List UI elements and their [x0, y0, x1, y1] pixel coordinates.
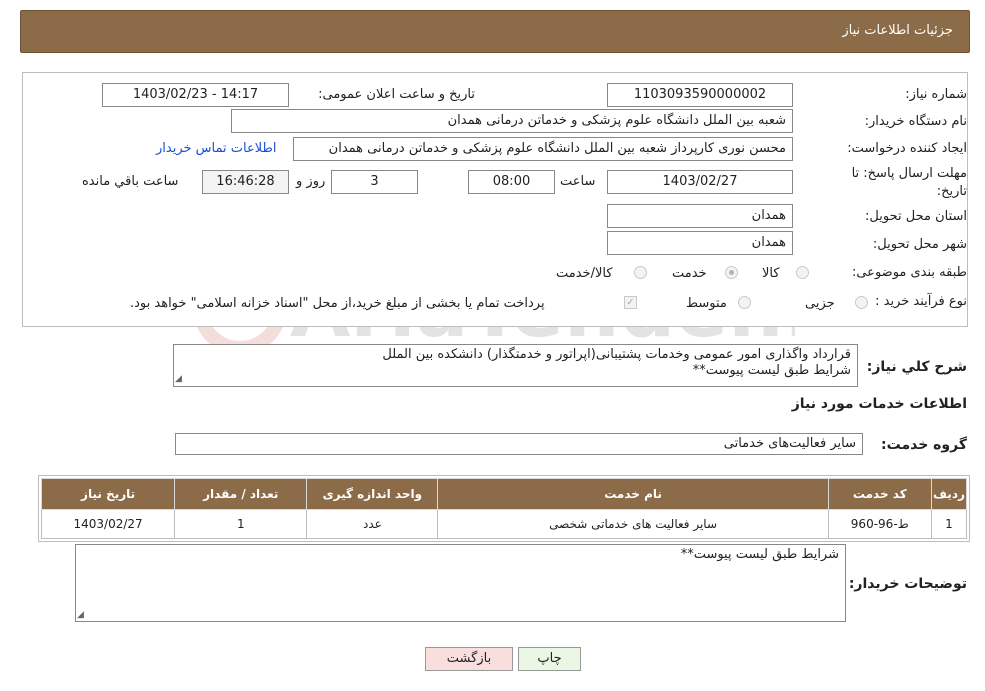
page-title: جزئیات اطلاعات نیاز — [842, 23, 953, 38]
services-table: ردیف کد خدمت نام خدمت واحد اندازه گیری ت… — [40, 478, 968, 539]
buyer-notes-text: شرایط طبق لیست پیوست** — [680, 547, 839, 562]
city-label: شهر محل تحویل: — [872, 237, 967, 252]
col-row-number: ردیف — [930, 478, 968, 510]
days-label: روز و — [296, 174, 326, 189]
deadline-time-field[interactable]: 08:00 — [468, 170, 555, 194]
category-goods-radio[interactable] — [796, 266, 809, 279]
need-number-label: شماره نیاز: — [905, 87, 967, 102]
buyer-org-label: نام دستگاه خریدار: — [864, 114, 967, 129]
deadline-time-label: ساعت — [560, 174, 596, 189]
announce-date-label: تاریخ و ساعت اعلان عمومی: — [318, 87, 475, 102]
creator-label: ایجاد کننده درخواست: — [847, 141, 967, 156]
creator-field[interactable]: محسن نوری کارپرداز شعبه بین الملل دانشگا… — [293, 137, 793, 161]
table-row[interactable]: 1 ط-96-960 سایر فعالیت های خدماتی شخصی ع… — [40, 509, 968, 539]
service-group-label: گروه خدمت: — [881, 437, 967, 453]
print-button[interactable]: چاپ — [518, 647, 581, 671]
service-group-field[interactable]: سایر فعالیت‌های خدماتی — [175, 433, 863, 455]
resize-grip-icon[interactable]: ◢ — [175, 374, 185, 384]
services-table-header: ردیف کد خدمت نام خدمت واحد اندازه گیری ت… — [40, 478, 968, 510]
buyer-contact-link[interactable]: اطلاعات تماس خریدار — [156, 141, 276, 156]
remaining-time-label: ساعت باقي مانده — [82, 174, 179, 189]
cell-quantity: 1 — [174, 509, 308, 539]
page-header: جزئیات اطلاعات نیاز — [20, 10, 970, 53]
need-number-field[interactable]: 1103093590000002 — [607, 83, 793, 107]
col-service-name: نام خدمت — [437, 478, 829, 510]
description-line-2: شرایط طبق لیست پیوست** — [692, 363, 851, 378]
deadline-date-field[interactable]: 1403/02/27 — [607, 170, 793, 194]
city-field[interactable]: همدان — [607, 231, 793, 255]
description-label: شرح کلي نياز: — [866, 359, 967, 375]
col-service-code: کد خدمت — [827, 478, 932, 510]
resize-grip-icon[interactable]: ◢ — [77, 610, 87, 620]
announce-date-field[interactable]: 1403/02/23 - 14:17 — [102, 83, 289, 107]
process-partial-label: جزیی — [805, 296, 835, 311]
days-remaining-field[interactable]: 3 — [331, 170, 418, 194]
cell-service-code: ط-96-960 — [827, 509, 932, 539]
col-unit: واحد اندازه گیری — [306, 478, 439, 510]
remaining-time-field[interactable]: 16:46:28 — [202, 170, 289, 194]
cell-unit: عدد — [306, 509, 439, 539]
deadline-label-date: تاریخ: — [936, 184, 967, 199]
category-service-label: خدمت — [672, 266, 707, 281]
category-label: طبقه بندی موضوعی: — [851, 265, 967, 280]
process-medium-radio[interactable] — [738, 296, 751, 309]
province-field[interactable]: همدان — [607, 204, 793, 228]
description-textarea[interactable]: قرارداد واگذاری امور عمومی وخدمات پشتیبا… — [173, 344, 858, 387]
category-service-radio[interactable] — [725, 266, 738, 279]
treasury-payment-checkbox[interactable]: ✓ — [624, 296, 637, 309]
category-goods-label: کالا — [762, 266, 780, 281]
province-label: استان محل تحویل: — [865, 209, 967, 224]
description-line-1: قرارداد واگذاری امور عمومی وخدمات پشتیبا… — [382, 347, 851, 362]
treasury-payment-note: پرداخت تمام یا بخشی از مبلغ خرید،از محل … — [130, 296, 545, 311]
services-table-container: ردیف کد خدمت نام خدمت واحد اندازه گیری ت… — [38, 475, 970, 542]
buyer-notes-textarea[interactable]: شرایط طبق لیست پیوست** — [75, 544, 846, 622]
col-quantity: تعداد / مقدار — [174, 478, 308, 510]
process-type-label: نوع فرآیند خرید : — [875, 294, 967, 309]
cell-need-date: 1403/02/27 — [40, 509, 176, 539]
deadline-label: مهلت ارسال پاسخ: تا — [851, 166, 967, 181]
process-medium-label: متوسط — [686, 296, 727, 311]
cell-row-number: 1 — [930, 509, 968, 539]
buyer-notes-label: توضيحات خريدار: — [848, 576, 967, 592]
process-partial-radio[interactable] — [855, 296, 868, 309]
buyer-org-field[interactable]: شعبه بین الملل دانشگاه علوم پزشکی و خدما… — [231, 109, 793, 133]
col-need-date: تاریخ نیاز — [40, 478, 176, 510]
cell-service-name: سایر فعالیت های خدماتی شخصی — [437, 509, 829, 539]
category-goods-service-label: کالا/خدمت — [556, 266, 613, 281]
category-goods-service-radio[interactable] — [634, 266, 647, 279]
services-section-title: اطلاعات خدمات مورد نياز — [791, 396, 967, 412]
back-button[interactable]: بازگشت — [425, 647, 513, 671]
